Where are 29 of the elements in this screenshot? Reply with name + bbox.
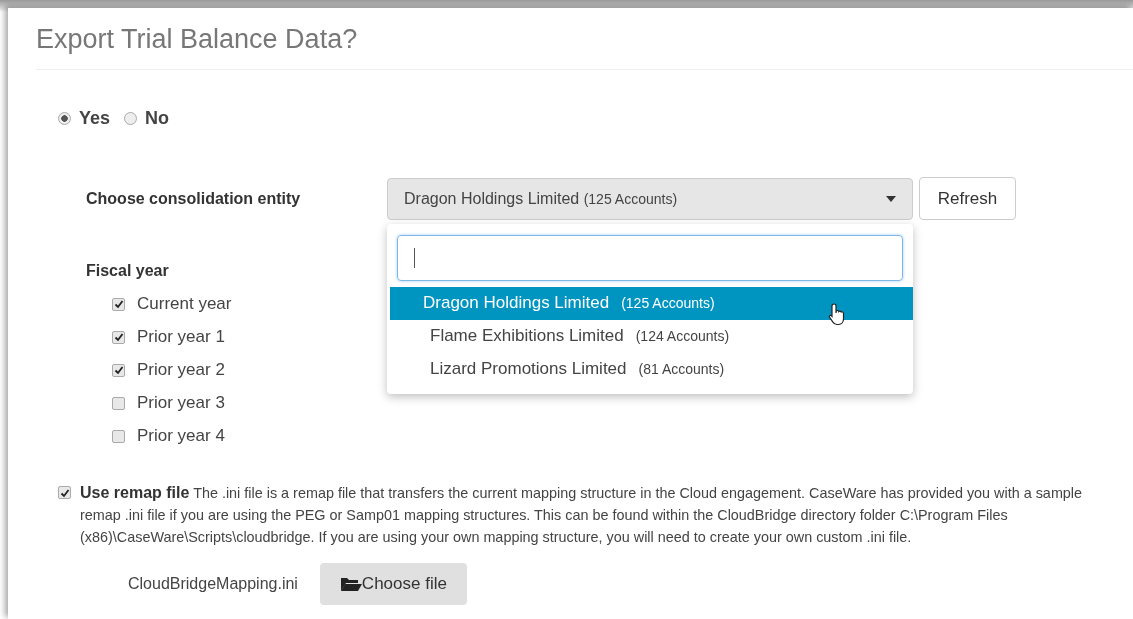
- entity-select[interactable]: Dragon Holdings Limited (125 Accounts): [387, 177, 913, 220]
- dropdown-option[interactable]: Flame Exhibitions Limited (124 Accounts): [390, 319, 913, 353]
- checkbox[interactable]: [112, 330, 125, 344]
- checkbox-label: Prior year 3: [137, 393, 225, 413]
- caret-icon: [886, 195, 896, 202]
- checkbox[interactable]: [58, 486, 71, 499]
- search-field[interactable]: [397, 234, 903, 281]
- radio-button[interactable]: [124, 112, 138, 125]
- checkbox-label: Prior year 4: [137, 426, 225, 446]
- radio-button[interactable]: [58, 112, 71, 125]
- dialog-title: Export Trial Balance Data?: [36, 23, 359, 55]
- checkbox[interactable]: [112, 429, 125, 443]
- checkbox[interactable]: [112, 297, 125, 311]
- checkbox-label: Prior year 2: [137, 360, 225, 380]
- checkbox-label: Prior year 1: [137, 327, 225, 347]
- radio-label: No: [145, 108, 170, 129]
- choose-file-button[interactable]: Choose file: [319, 563, 467, 605]
- remap-description: Use remap file The .ini file is a remap file that transfers the current mapping structure in the Cloud engagement. CaseWare has provided you with a sample remap .ini file if you are using the PEG or Samp01 mapping structures. This can be found within the CloudBridge directory folder C:\Program Files (x86)\CaseWare\Scripts\cloudbridge. If you are using your own mapping structure, you will need to create your own custom .ini file.: [80, 483, 1084, 547]
- checkbox[interactable]: [112, 396, 125, 410]
- field-label: Choose consolidation entity: [86, 189, 302, 208]
- radio-label: Yes: [79, 108, 111, 129]
- dropdown-option[interactable]: Dragon Holdings Limited (125 Accounts): [390, 286, 913, 320]
- file-name: CloudBridgeMapping.ini: [128, 575, 298, 593]
- checkbox-label: Current year: [137, 294, 232, 314]
- folder-icon: [339, 576, 362, 592]
- checkbox[interactable]: [112, 363, 125, 377]
- field-label: Fiscal year: [86, 262, 170, 280]
- refresh-button[interactable]: Refresh: [919, 177, 1016, 220]
- dropdown-option[interactable]: Lizard Promotions Limited (81 Accounts): [390, 352, 913, 386]
